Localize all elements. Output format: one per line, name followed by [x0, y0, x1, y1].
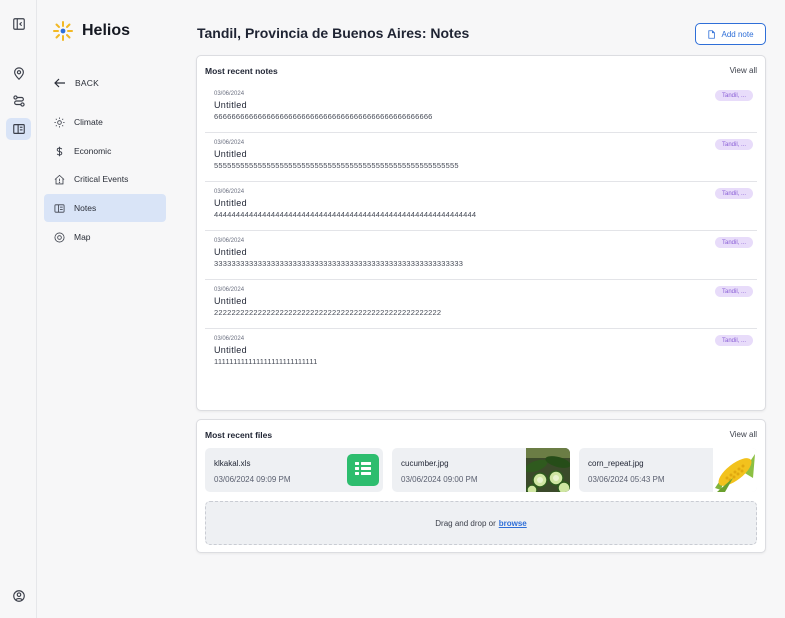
recent-notes-title: Most recent notes [205, 66, 278, 76]
app-logo[interactable]: Helios [52, 20, 130, 42]
sidebar-item-critical-events[interactable]: Critical Events [44, 165, 166, 193]
sidebar-item-economic[interactable]: Economic [44, 137, 166, 165]
page-title: Tandil, Provincia de Buenos Aires: Notes [197, 25, 470, 41]
route-icon[interactable] [6, 90, 31, 112]
collapse-sidebar-icon[interactable] [6, 13, 31, 35]
sidebar-item-label: Map [74, 232, 91, 242]
note-date: 03/06/2024 [214, 238, 245, 244]
note-item[interactable]: 03/06/2024 Untitled 66666666666666666666… [205, 84, 757, 133]
note-item[interactable]: 03/06/2024 Untitled 44444444444444444444… [205, 182, 757, 231]
location-tag[interactable]: Tandil, ... [714, 286, 753, 297]
sidebar: Helios BACK Climate Economic Critical Ev… [37, 0, 176, 618]
note-title: Untitled [214, 345, 247, 355]
location-tag[interactable]: Tandil, ... [714, 188, 753, 199]
map-pin-icon[interactable] [6, 63, 31, 85]
file-dropzone[interactable]: Drag and drop or browse [205, 501, 757, 545]
sidebar-item-label: Economic [74, 146, 112, 156]
icon-rail [0, 0, 37, 618]
note-body: 5555555555555555555555555555555555555555… [214, 161, 459, 170]
file-name: cucumber.jpg [401, 459, 449, 468]
notes-view-all-link[interactable]: View all [730, 66, 757, 75]
note-item[interactable]: 03/06/2024 Untitled 22222222222222222222… [205, 280, 757, 329]
note-date: 03/06/2024 [214, 140, 245, 146]
location-tag[interactable]: Tandil, ... [714, 237, 753, 248]
location-tag[interactable]: Tandil, ... [714, 335, 753, 346]
note-title: Untitled [214, 100, 247, 110]
arrow-left-icon [54, 78, 65, 88]
sidebar-item-notes[interactable]: Notes [44, 194, 166, 222]
files-view-all-link[interactable]: View all [730, 430, 757, 439]
add-note-button[interactable]: Add note [695, 23, 766, 45]
recent-notes-card: Most recent notes View all 03/06/2024 Un… [196, 55, 766, 411]
back-button[interactable]: BACK [54, 78, 99, 88]
note-body: 2222222222222222222222222222222222222222… [214, 308, 442, 317]
file-date: 03/06/2024 05:43 PM [588, 475, 665, 484]
file-name: klkakal.xls [214, 459, 251, 468]
note-title: Untitled [214, 247, 247, 257]
document-add-icon [708, 29, 716, 39]
notes-icon [54, 203, 65, 213]
recent-files-card: Most recent files View all klkakal.xls 0… [196, 419, 766, 553]
note-title: Untitled [214, 149, 247, 159]
drop-text: Drag and drop or [435, 518, 496, 528]
note-body: 4444444444444444444444444444444444444444… [214, 210, 477, 219]
sidebar-item-label: Critical Events [74, 174, 129, 184]
note-item[interactable]: 03/06/2024 Untitled 33333333333333333333… [205, 231, 757, 280]
app-name: Helios [82, 22, 131, 39]
sidebar-item-map[interactable]: Map [44, 223, 166, 251]
file-card[interactable]: corn_repeat.jpg 03/06/2024 05:43 PM [579, 448, 757, 492]
note-item[interactable]: 03/06/2024 Untitled 11111111111111111111… [205, 329, 757, 378]
user-account-icon[interactable] [6, 585, 31, 607]
map-pin-icon [54, 232, 65, 242]
add-note-label: Add note [721, 29, 754, 39]
browse-link[interactable]: browse [499, 519, 527, 528]
sidebar-item-label: Climate [74, 117, 103, 127]
sidebar-item-label: Notes [74, 203, 97, 213]
file-card[interactable]: cucumber.jpg 03/06/2024 09:00 PM [392, 448, 570, 492]
note-body: 6666666666666666666666666666666666666666… [214, 112, 433, 121]
back-label: BACK [75, 78, 99, 88]
file-date: 03/06/2024 09:09 PM [214, 475, 291, 484]
dollar-icon [56, 146, 63, 156]
file-card[interactable]: klkakal.xls 03/06/2024 09:09 PM [205, 448, 383, 492]
sun-icon [54, 116, 65, 128]
note-body: 111111111111111111111111111 [214, 357, 318, 366]
house-alert-icon [54, 174, 65, 184]
note-date: 03/06/2024 [214, 287, 245, 293]
note-item[interactable]: 03/06/2024 Untitled 55555555555555555555… [205, 133, 757, 182]
note-date: 03/06/2024 [214, 91, 245, 97]
file-name: corn_repeat.jpg [588, 459, 644, 468]
file-date: 03/06/2024 09:00 PM [401, 475, 478, 484]
note-body: 3333333333333333333333333333333333333333… [214, 259, 464, 268]
note-title: Untitled [214, 198, 247, 208]
note-title: Untitled [214, 296, 247, 306]
location-tag[interactable]: Tandil, ... [714, 90, 753, 101]
location-tag[interactable]: Tandil, ... [714, 139, 753, 150]
cucumber-thumbnail [526, 448, 570, 492]
corn-thumbnail [713, 448, 757, 492]
recent-files-title: Most recent files [205, 430, 273, 440]
note-date: 03/06/2024 [214, 336, 245, 342]
sidebar-item-climate[interactable]: Climate [44, 108, 166, 136]
helios-logo-icon [53, 21, 73, 41]
spreadsheet-icon [347, 454, 379, 486]
main-content: Tandil, Provincia de Buenos Aires: Notes… [176, 0, 785, 618]
note-date: 03/06/2024 [214, 189, 245, 195]
notes-icon[interactable] [6, 118, 31, 140]
